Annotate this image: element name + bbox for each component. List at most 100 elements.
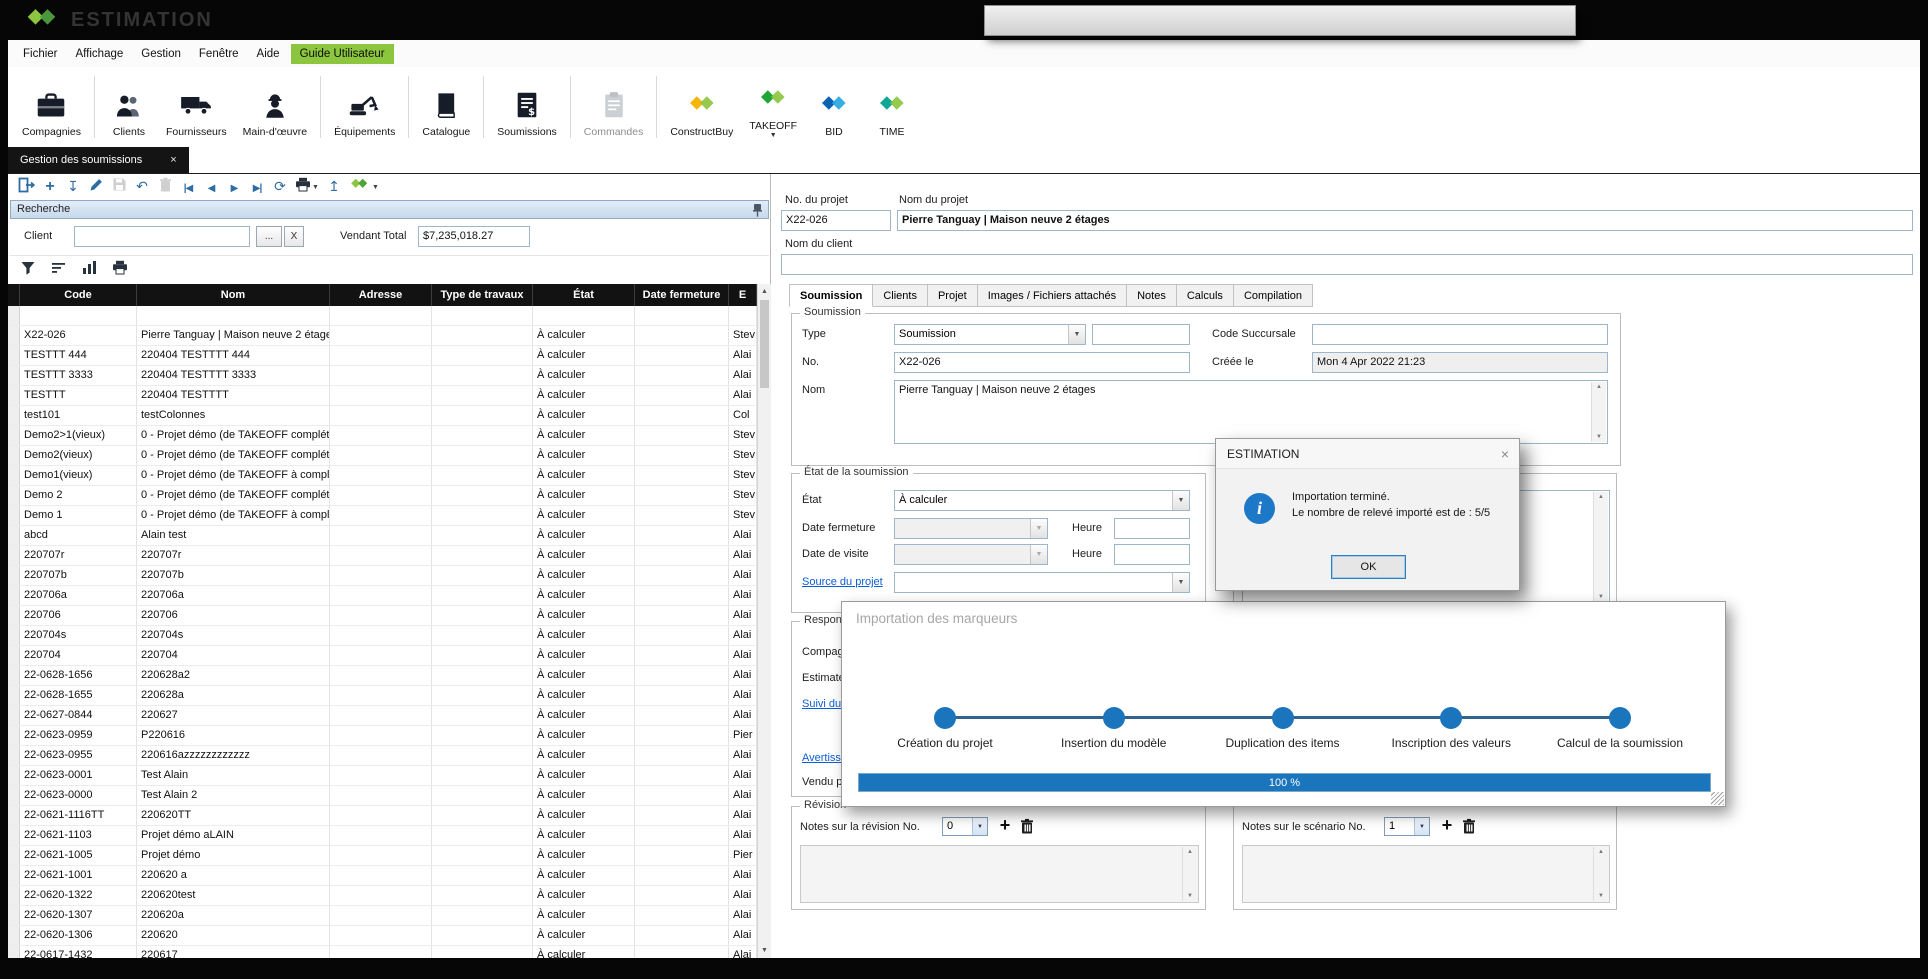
edit-button[interactable] [88, 177, 104, 197]
tab-gestion-des-soumissions[interactable]: Gestion des soumissions × [8, 147, 189, 173]
export-button[interactable]: ↥ [326, 178, 342, 196]
column-header-code[interactable]: Code [20, 284, 137, 306]
toolbar-item-takeoff[interactable]: TAKEOFF▼ [741, 67, 805, 147]
code-succursale-field[interactable] [1312, 324, 1608, 345]
menu-item-aide[interactable]: Aide [248, 44, 289, 64]
table-row[interactable]: 22-0617-1432220617À calculerAlai [8, 946, 757, 958]
column-header-etat[interactable]: État [533, 284, 635, 306]
table-row[interactable]: 22-0620-1307220620aÀ calculerAlai [8, 906, 757, 926]
table-row[interactable]: 220704220704À calculerAlai [8, 646, 757, 666]
menu-item-fenetre[interactable]: Fenêtre [190, 44, 248, 64]
column-header-type-travaux[interactable]: Type de travaux [432, 284, 533, 306]
undo-button[interactable]: ↶ [134, 178, 150, 196]
scenario-no-select[interactable]: 1▼ [1384, 817, 1430, 836]
row-selector[interactable] [8, 886, 20, 905]
textarea-scrollbar[interactable]: ▲▼ [1593, 492, 1608, 602]
row-selector[interactable] [8, 826, 20, 845]
menu-item-guide-utilisateur[interactable]: Guide Utilisateur [291, 44, 394, 64]
table-row[interactable]: 22-0621-1005Projet démoÀ calculerPier [8, 846, 757, 866]
row-selector[interactable] [8, 406, 20, 425]
client-clear-button[interactable]: X [284, 226, 304, 247]
project-name-field[interactable]: Pierre Tanguay | Maison neuve 2 étages [897, 210, 1913, 231]
revision-notes-textarea[interactable]: ▲▼ [800, 845, 1199, 903]
detach-button[interactable] [18, 177, 35, 198]
refresh-button[interactable]: ⟳ [272, 178, 288, 196]
textarea-scrollbar[interactable]: ▲▼ [1182, 847, 1197, 901]
row-selector[interactable] [8, 846, 20, 865]
delete-revision-button[interactable] [1018, 816, 1036, 836]
row-selector[interactable] [8, 866, 20, 885]
row-selector[interactable] [8, 746, 20, 765]
row-selector[interactable] [8, 666, 20, 685]
table-row[interactable]: 22-0621-1103Projet démo aLAINÀ calculerA… [8, 826, 757, 846]
row-selector[interactable] [8, 706, 20, 725]
first-record-button[interactable]: |◀ [180, 178, 196, 196]
table-row[interactable]: Demo 20 - Projet démo (de TAKEOFF complé… [8, 486, 757, 506]
table-row[interactable]: 220704s220704sÀ calculerAlai [8, 626, 757, 646]
print-grid-button[interactable] [112, 260, 128, 280]
soumission-no-field[interactable]: X22-026 [894, 352, 1190, 373]
table-row[interactable]: Demo 10 - Projet démo (de TAKEOFF à comp… [8, 506, 757, 526]
menu-item-gestion[interactable]: Gestion [132, 44, 190, 64]
row-selector[interactable] [8, 606, 20, 625]
textarea-scrollbar[interactable]: ▲▼ [1591, 382, 1606, 442]
soumission-nom-textarea[interactable]: Pierre Tanguay | Maison neuve 2 étages ▲… [894, 380, 1608, 444]
toolbar-item-fournisseurs[interactable]: Fournisseurs [158, 67, 235, 147]
row-selector[interactable] [8, 506, 20, 525]
toolbar-item-time[interactable]: TIME [863, 67, 921, 147]
delete-scenario-button[interactable] [1460, 816, 1478, 836]
add-button[interactable]: + [42, 178, 58, 196]
scroll-down-icon[interactable]: ▼ [758, 943, 771, 958]
table-row[interactable]: 220706220706À calculerAlai [8, 606, 757, 626]
scrollbar-thumb[interactable] [760, 300, 769, 388]
row-selector[interactable] [8, 786, 20, 805]
delete-button[interactable] [157, 177, 173, 197]
table-row[interactable]: 22-0621-1116TT220620TTÀ calculerAlai [8, 806, 757, 826]
tab-projet[interactable]: Projet [928, 284, 978, 307]
table-row[interactable]: 22-0621-1001220620 aÀ calculerAlai [8, 866, 757, 886]
toolbar-item-clients[interactable]: Clients [100, 67, 158, 147]
row-selector[interactable] [8, 366, 20, 385]
resize-grip-icon[interactable] [1711, 792, 1724, 805]
etat-select[interactable]: À calculer▼ [894, 490, 1190, 511]
row-selector[interactable] [8, 926, 20, 945]
tab-compilation[interactable]: Compilation [1234, 284, 1313, 307]
table-scrollbar[interactable]: ▲ ▼ [757, 284, 771, 958]
scenario-notes-textarea[interactable]: ▲▼ [1242, 845, 1610, 903]
next-record-button[interactable]: ▶ [226, 178, 242, 196]
toolbar-item-catalogue[interactable]: Catalogue [414, 67, 478, 147]
table-row[interactable]: 22-0623-0955220616azzzzzzzzzzzzÀ calcule… [8, 746, 757, 766]
toolbar-item-bid[interactable]: BID [805, 67, 863, 147]
tab-soumission[interactable]: Soumission [789, 284, 873, 307]
table-row[interactable]: abcdAlain testÀ calculerAlai [8, 526, 757, 546]
row-selector[interactable] [8, 586, 20, 605]
add-scenario-button[interactable]: + [1438, 815, 1456, 835]
table-row[interactable]: 22-0628-1655220628aÀ calculerAlai [8, 686, 757, 706]
table-row[interactable]: 22-0620-1322220620testÀ calculerAlai [8, 886, 757, 906]
tab-calculs[interactable]: Calculs [1177, 284, 1234, 307]
date-visite-select[interactable]: ▼ [894, 544, 1048, 565]
print-button[interactable]: ▼ [295, 177, 319, 197]
row-selector[interactable] [8, 326, 20, 345]
row-selector[interactable] [8, 626, 20, 645]
brand-button[interactable]: ▼ [349, 177, 379, 197]
table-row[interactable]: test101testColonnesÀ calculerCol [8, 406, 757, 426]
client-search-input[interactable] [74, 226, 250, 247]
row-selector[interactable] [8, 686, 20, 705]
heure-fermeture-field[interactable] [1114, 518, 1190, 539]
table-row[interactable]: 22-0627-0844220627À calculerAlai [8, 706, 757, 726]
tab-images-fichiers-attaches[interactable]: Images / Fichiers attachés [978, 284, 1127, 307]
menu-item-affichage[interactable]: Affichage [67, 44, 133, 64]
row-selector[interactable] [8, 566, 20, 585]
table-row[interactable]: TESTTT 444220404 TESTTTT 444À calculerAl… [8, 346, 757, 366]
table-row[interactable]: 22-0628-1656220628a2À calculerAlai [8, 666, 757, 686]
table-row[interactable]: TESTTT 3333220404 TESTTTT 3333À calculer… [8, 366, 757, 386]
tab-clients[interactable]: Clients [873, 284, 928, 307]
tab-notes[interactable]: Notes [1127, 284, 1177, 307]
table-row[interactable]: TESTTT220404 TESTTTTÀ calculerAlai [8, 386, 757, 406]
row-selector[interactable] [8, 426, 20, 445]
row-selector[interactable] [8, 546, 20, 565]
source-projet-select[interactable]: ▼ [894, 572, 1190, 593]
date-fermeture-select[interactable]: ▼ [894, 518, 1048, 539]
textarea-scrollbar[interactable]: ▲▼ [1593, 847, 1608, 901]
